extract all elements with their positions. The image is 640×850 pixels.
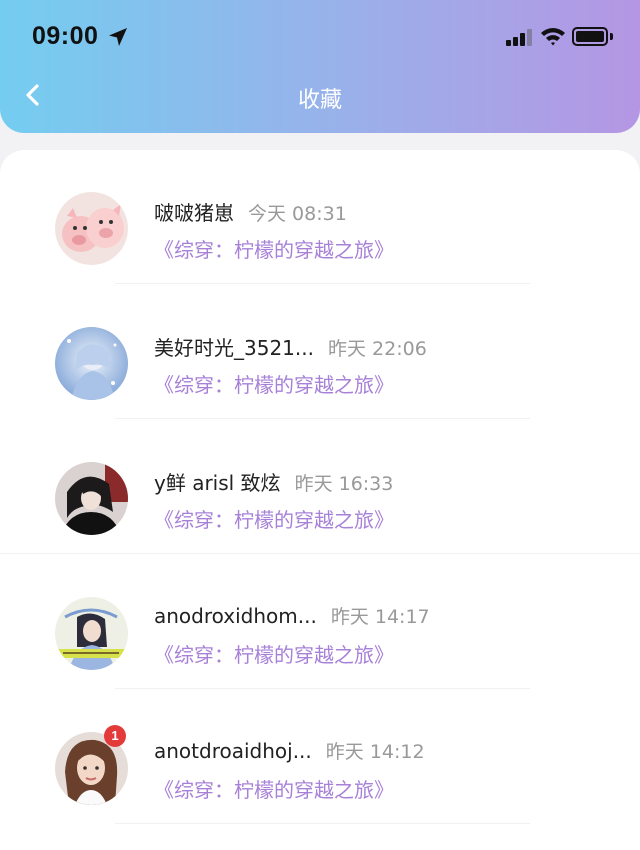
book-title-link[interactable]: 《综穿：柠檬的穿越之旅》 [154,504,394,533]
favorite-time: 昨天 14:12 [325,741,425,763]
favorite-time: 昨天 22:06 [327,338,427,360]
wifi-icon [541,28,565,46]
avatar[interactable] [55,327,128,400]
battery-tip [610,33,613,40]
name-row: y鲜 arisl 致炫 昨天 16:33 [154,467,393,496]
header-bar: 09:00 收藏 [0,0,640,133]
avatar[interactable] [55,462,128,535]
status-time: 09:00 [32,22,99,50]
name-row: anotdroaidhoj... 昨天 14:12 [154,737,425,764]
name-row: 啵啵猪崽 今天 08:31 [154,197,347,226]
dark-character-avatar-icon [55,462,128,535]
divider [115,823,530,824]
user-name: 美好时光_3521... [154,336,314,360]
user-name: anodroxidhom... [154,604,317,628]
avatar[interactable] [55,597,128,670]
list-item[interactable]: 美好时光_3521... 昨天 22:06 《综穿：柠檬的穿越之旅》 [0,285,640,420]
page-title: 收藏 [297,88,342,113]
list-item[interactable]: anodroxidhom... 昨天 14:17 《综穿：柠檬的穿越之旅》 [0,555,640,690]
divider [115,283,530,284]
book-title-link[interactable]: 《综穿：柠檬的穿越之旅》 [154,369,394,398]
user-name: 啵啵猪崽 [154,201,234,225]
name-row: anodroxidhom... 昨天 14:17 [154,602,430,629]
book-title-link[interactable]: 《综穿：柠檬的穿越之旅》 [154,774,394,803]
divider [115,688,530,689]
book-title-link[interactable]: 《综穿：柠檬的穿越之旅》 [154,234,394,263]
anime-girl-avatar-icon [55,327,128,400]
notification-badge: 1 [104,725,126,747]
cellular-signal-icon [506,28,534,46]
pig-plush-avatar-icon [55,192,128,265]
girl-photo-avatar-icon [55,597,128,670]
list-item[interactable]: 1 anotdroaidhoj... 昨天 14:12 《综穿：柠檬的穿越之旅》 [0,690,640,825]
avatar[interactable] [55,192,128,265]
favorite-time: 今天 08:31 [248,203,347,225]
favorites-list: 啵啵猪崽 今天 08:31 《综穿：柠檬的穿越之旅》 美好时光_3521... 昨天… [0,150,640,850]
divider [115,418,530,419]
user-name: anotdroaidhoj... [154,739,312,763]
name-row: 美好时光_3521... 昨天 22:06 [154,332,427,361]
battery-icon [572,27,608,46]
list-item[interactable]: 啵啵猪崽 今天 08:31 《综穿：柠檬的穿越之旅》 [0,150,640,285]
divider [0,553,640,554]
location-arrow-icon [109,28,127,46]
favorite-time: 昨天 16:33 [294,473,394,495]
user-name: y鲜 arisl 致炫 [154,471,281,495]
list-item[interactable]: y鲜 arisl 致炫 昨天 16:33 《综穿：柠檬的穿越之旅》 [0,420,640,555]
favorite-time: 昨天 14:17 [330,606,430,628]
book-title-link[interactable]: 《综穿：柠檬的穿越之旅》 [154,639,394,668]
